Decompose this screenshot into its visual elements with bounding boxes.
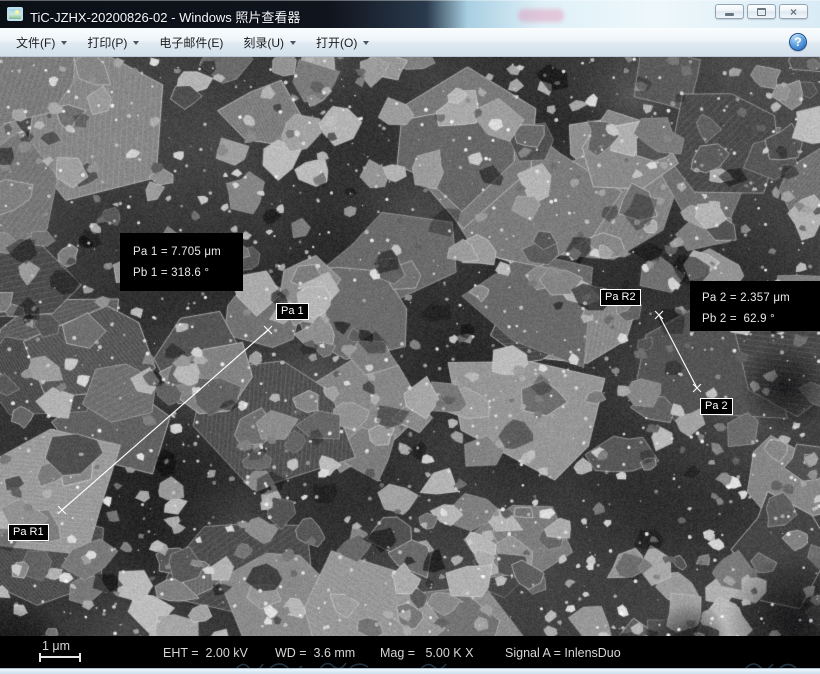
photo-canvas-area: Pa 1 = 7.705 μm Pb 1 = 318.6 ° Pa 2 = 2.… <box>0 57 820 668</box>
measurement-1-length: Pa 1 = 7.705 μm <box>133 242 243 263</box>
marker-label-pa1: Pa 1 <box>276 303 309 320</box>
window-title: TiC-JZHX-20200826-02 - Windows 照片查看器 <box>30 7 300 26</box>
chevron-down-icon <box>61 41 67 45</box>
menu-item-file-label: 文件(F) <box>16 34 55 51</box>
close-button[interactable]: × <box>779 4 808 19</box>
sem-databar: 1 μm EHT = 2.00 kV WD = 3.6 mm Mag = 5.0… <box>0 636 820 668</box>
titlebar: TiC-JZHX-20200826-02 - Windows 照片查看器 × <box>0 0 820 28</box>
measurement-2-length: Pa 2 = 2.357 μm <box>702 288 820 309</box>
menu-item-email-label: 电子邮件(E) <box>159 34 223 51</box>
marker-label-pa-r1: Pa R1 <box>8 524 49 541</box>
watermark-smudge <box>518 9 564 22</box>
menubar: 文件(F) 打印(P) 电子邮件(E) 刻录(U) 打开(O) ? <box>0 28 820 57</box>
sem-image <box>0 57 820 668</box>
menu-item-email[interactable]: 电子邮件(E) <box>149 30 233 55</box>
menu-item-burn[interactable]: 刻录(U) <box>233 30 306 55</box>
measurement-1-angle: Pb 1 = 318.6 ° <box>133 263 243 284</box>
menu-item-print[interactable]: 打印(P) <box>77 30 149 55</box>
scale-bar <box>39 653 81 662</box>
measurement-box-2: Pa 2 = 2.357 μm Pb 2 = 62.9 ° <box>690 281 820 331</box>
window-bottom-frame <box>0 668 820 674</box>
marker-label-pa-r2: Pa R2 <box>600 289 641 306</box>
chevron-down-icon <box>133 41 139 45</box>
photo-viewer-window: TiC-JZHX-20200826-02 - Windows 照片查看器 × 文… <box>0 0 820 674</box>
menu-item-burn-label: 刻录(U) <box>243 34 284 51</box>
close-icon: × <box>790 6 797 18</box>
help-button[interactable]: ? <box>789 33 807 51</box>
mag-value: Mag = 5.00 K X <box>380 646 473 660</box>
menu-item-open[interactable]: 打开(O) <box>306 30 379 55</box>
menu-item-open-label: 打开(O) <box>316 34 357 51</box>
marker-label-pa2: Pa 2 <box>700 398 733 415</box>
signal-value: Signal A = InlensDuo <box>505 646 621 660</box>
minimize-button[interactable] <box>715 4 744 19</box>
minimize-icon <box>725 13 734 16</box>
measurement-2-angle: Pb 2 = 62.9 ° <box>702 309 820 330</box>
chevron-down-icon <box>363 41 369 45</box>
scale-bar-label: 1 μm <box>42 639 70 653</box>
photo-viewer-app-icon <box>7 7 23 21</box>
measurement-box-1: Pa 1 = 7.705 μm Pb 1 = 318.6 ° <box>120 233 243 291</box>
help-icon: ? <box>794 35 801 49</box>
eht-value: EHT = 2.00 kV <box>163 646 248 660</box>
window-controls: × <box>715 4 808 19</box>
wd-value: WD = 3.6 mm <box>275 646 355 660</box>
maximize-icon <box>757 8 766 16</box>
chevron-down-icon <box>290 41 296 45</box>
menu-item-print-label: 打印(P) <box>87 34 127 51</box>
menu-item-file[interactable]: 文件(F) <box>6 30 77 55</box>
maximize-button[interactable] <box>747 4 776 19</box>
